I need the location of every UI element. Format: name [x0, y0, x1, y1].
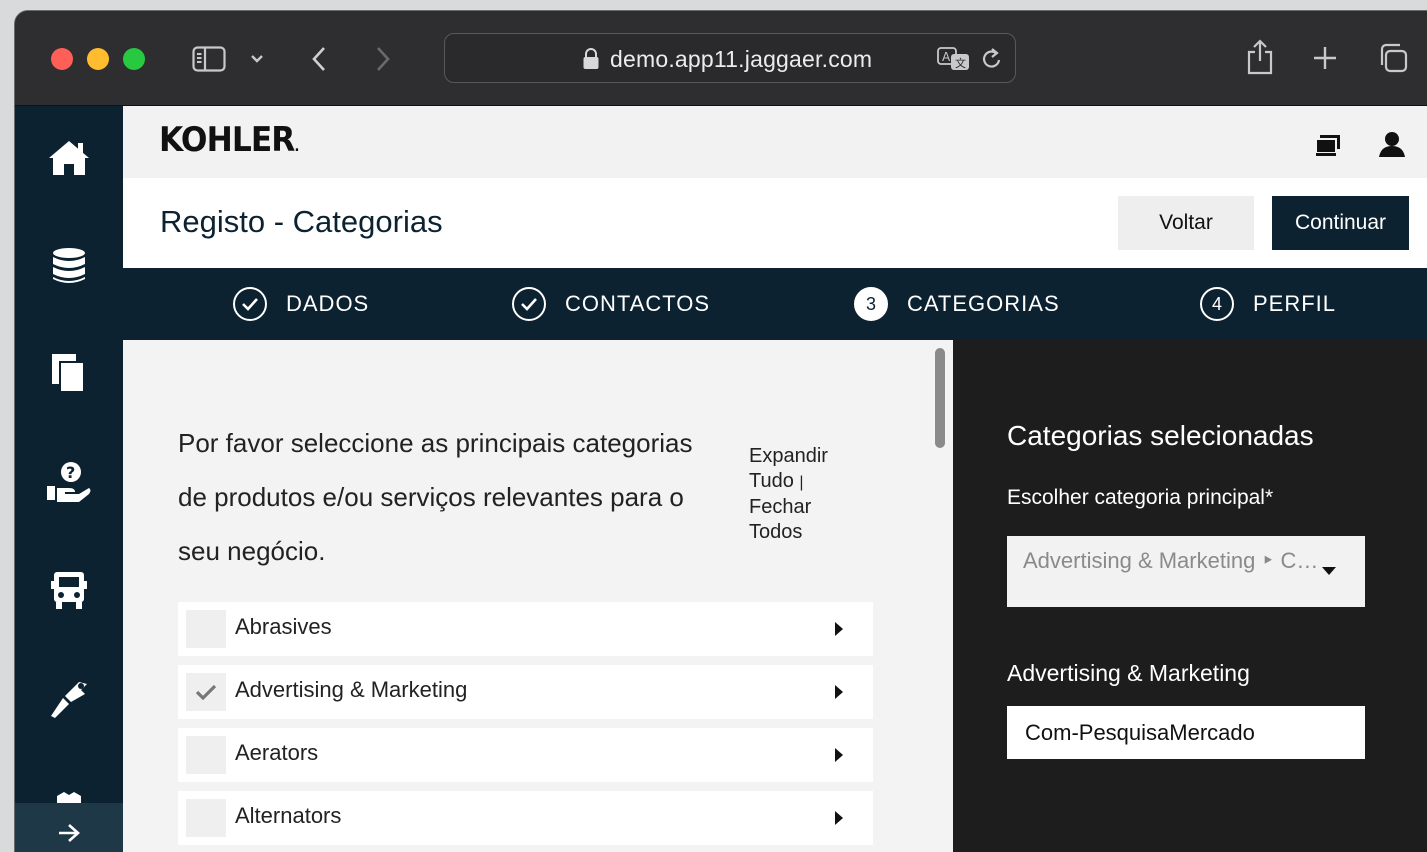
new-tab-icon[interactable]	[1310, 43, 1340, 73]
step-number-badge: 4	[1200, 287, 1234, 321]
intro-text: Por favor seleccione as principais categ…	[178, 428, 693, 566]
category-checkbox[interactable]	[186, 736, 226, 774]
truck-icon	[51, 572, 87, 609]
link-separator: |	[799, 474, 804, 491]
continue-button[interactable]: Continuar	[1272, 196, 1409, 250]
main-category-select[interactable]: Advertising & Marketing ‣ C…	[1007, 536, 1365, 607]
app-topbar: KOHLER.	[123, 106, 1427, 178]
check-circle-icon	[512, 287, 546, 321]
category-label: Abrasives	[235, 614, 332, 639]
sidebar-item-partial[interactable]	[15, 766, 123, 806]
address-bar[interactable]: demo.app11.jaggaer.com A文	[444, 33, 1016, 83]
step-label: CONTACTOS	[565, 291, 711, 316]
sidebar-item-transport[interactable]	[15, 550, 123, 630]
category-label: Advertising & Marketing	[235, 677, 468, 702]
kohler-logo[interactable]: KOHLER.	[159, 120, 299, 160]
back-icon[interactable]	[307, 43, 331, 75]
svg-text:A: A	[942, 50, 951, 64]
documents-icon	[52, 354, 85, 393]
translate-icon[interactable]: A文	[936, 46, 972, 72]
category-selection-pane: Por favor seleccione as principais categ…	[123, 340, 953, 852]
category-checkbox[interactable]	[186, 673, 226, 711]
zoom-window-button[interactable]	[123, 48, 145, 70]
chevron-down-icon[interactable]	[247, 49, 267, 69]
close-window-button[interactable]	[51, 48, 73, 70]
user-icon[interactable]	[1378, 130, 1406, 163]
category-label: Aerators	[235, 740, 319, 765]
selected-categories-panel: Categorias selecionadas Escolher categor…	[953, 340, 1427, 852]
help-hand-icon: ?	[47, 462, 91, 502]
browser-toolbar: demo.app11.jaggaer.com A文	[15, 11, 1427, 106]
wizard-steps: DADOS CONTACTOS 3 CATEGORIAS 4 PERFIL	[123, 268, 1427, 340]
page-title: Registo - Categorias	[160, 204, 443, 239]
step-dados[interactable]: DADOS	[233, 268, 369, 340]
sidebar-item-tools[interactable]	[15, 658, 123, 738]
sidebar-toggle-icon[interactable]	[191, 44, 227, 74]
category-row[interactable]: Advertising & Marketing	[178, 665, 873, 719]
main-category-label: Escolher categoria principal*	[1007, 486, 1274, 509]
category-row[interactable]: Alternators	[178, 791, 873, 845]
main-sidebar: ?	[15, 106, 123, 852]
step-contactos[interactable]: CONTACTOS	[512, 268, 710, 340]
url-text: demo.app11.jaggaer.com	[610, 46, 873, 72]
sidebar-expand-button[interactable]	[15, 803, 123, 852]
selected-subcategory-field[interactable]	[1007, 706, 1365, 759]
step-perfil[interactable]: 4 PERFIL	[1200, 268, 1336, 340]
caret-down-icon	[1322, 567, 1336, 575]
category-label: Alternators	[235, 803, 342, 828]
category-checkbox[interactable]	[186, 610, 226, 648]
arrow-right-icon	[59, 824, 80, 842]
caret-right-icon[interactable]	[835, 685, 843, 699]
logo-text: KOHLER	[159, 120, 295, 160]
lock-icon	[581, 47, 601, 71]
scrollbar-thumb[interactable]	[935, 348, 945, 448]
forward-icon[interactable]	[371, 43, 395, 75]
main-category-value: Advertising & Marketing ‣ C…	[1023, 548, 1319, 573]
category-row[interactable]: Aerators	[178, 728, 873, 782]
sidebar-item-database[interactable]	[15, 226, 123, 306]
tab-overview-icon[interactable]	[1376, 41, 1410, 75]
selected-title: Categorias selecionadas	[1007, 420, 1314, 451]
category-row[interactable]: Abrasives	[178, 602, 873, 656]
back-button[interactable]: Voltar	[1118, 196, 1254, 250]
selected-group-label: Advertising & Marketing	[1007, 660, 1250, 686]
check-circle-icon	[233, 287, 267, 321]
sidebar-item-home[interactable]	[15, 118, 123, 198]
database-icon	[53, 248, 85, 283]
minimize-window-button[interactable]	[87, 48, 109, 70]
svg-text:?: ?	[66, 463, 75, 482]
app-content: KOHLER. Registo - Categorias Voltar Cont…	[123, 106, 1427, 852]
expand-all-link[interactable]: Expandir Tudo	[749, 445, 828, 492]
step-label: PERFIL	[1253, 291, 1337, 316]
browser-window: demo.app11.jaggaer.com A文 ? KOHLER. Regi…	[14, 10, 1427, 852]
caret-right-icon[interactable]	[835, 622, 843, 636]
home-icon	[49, 141, 89, 175]
svg-text:文: 文	[955, 56, 966, 70]
tools-icon	[51, 682, 87, 718]
expand-collapse-links: Expandir Tudo | Fechar Todos	[749, 444, 859, 545]
page-header: Registo - Categorias Voltar Continuar	[123, 178, 1427, 268]
category-checkbox[interactable]	[186, 799, 226, 837]
step-label: DADOS	[286, 291, 370, 316]
step-label: CATEGORIAS	[907, 291, 1060, 316]
sidebar-item-help[interactable]: ?	[15, 442, 123, 522]
caret-right-icon[interactable]	[835, 811, 843, 825]
collapse-all-link[interactable]: Fechar Todos	[749, 496, 811, 543]
step-number-badge: 3	[854, 287, 888, 321]
reload-icon[interactable]	[979, 46, 1005, 72]
step-categorias[interactable]: 3 CATEGORIAS	[854, 268, 1060, 340]
caret-right-icon[interactable]	[835, 748, 843, 762]
logo-dot: .	[294, 139, 299, 155]
checkmark-icon	[195, 684, 217, 700]
sidebar-item-documents[interactable]	[15, 334, 123, 414]
shirt-icon	[57, 792, 81, 806]
messages-icon[interactable]	[1314, 133, 1342, 162]
share-icon[interactable]	[1243, 37, 1277, 77]
